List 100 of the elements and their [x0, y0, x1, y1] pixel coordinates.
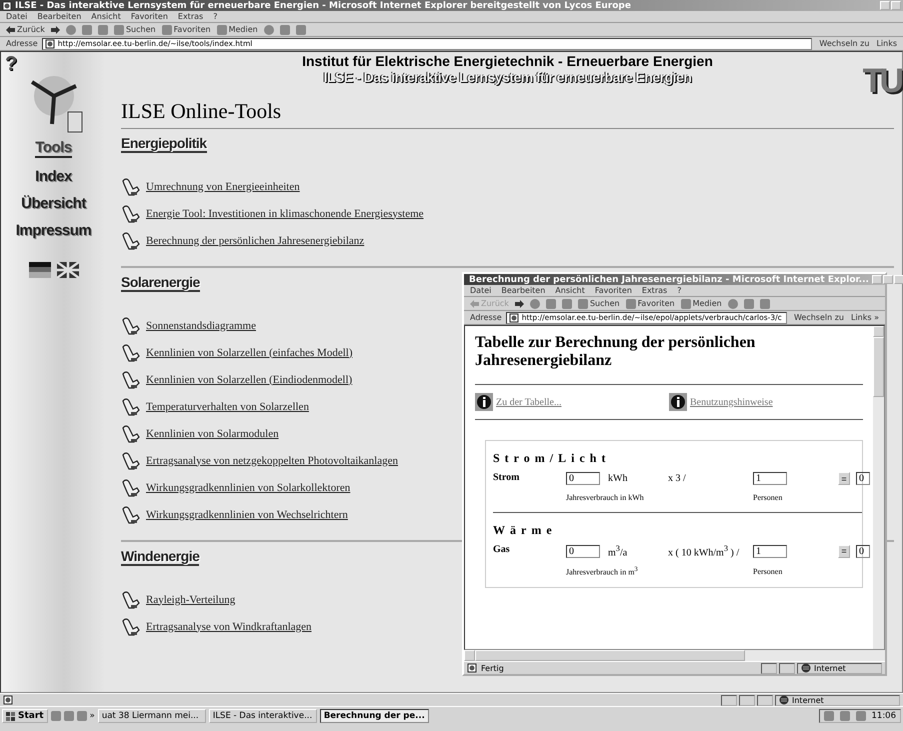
tool-link[interactable]: Kennlinien von Solarzellen (Eindiodenmodell)	[146, 374, 352, 386]
status-panel	[761, 662, 777, 674]
caption: Personen	[753, 567, 784, 578]
zone-label: Internet	[792, 696, 824, 704]
sidebar-link[interactable]: Tools	[35, 139, 72, 158]
section-title: Windenergie	[121, 548, 200, 566]
maximize-button[interactable]	[882, 275, 893, 284]
task-button[interactable]: uat 38 Liermann mei...	[98, 709, 206, 723]
header-title: Institut für Elektrische Energietechnik - Erneuerbare Energien	[302, 53, 713, 69]
help-icon[interactable]: ?	[5, 54, 18, 74]
unit-label: m$^{3}$/a	[608, 544, 628, 558]
input-field[interactable]: 1	[753, 472, 787, 485]
vertical-scrollbar[interactable]	[873, 326, 884, 649]
toolbar-button[interactable]: Medien	[216, 24, 258, 34]
menu-item[interactable]: Favoriten	[594, 286, 632, 295]
menu-item[interactable]: Extras	[178, 12, 204, 21]
input-field[interactable]: 0	[566, 472, 600, 485]
toolbar-button[interactable]: Medien	[680, 298, 722, 308]
forward-icon[interactable]	[50, 26, 60, 34]
row-label: Strom	[493, 472, 520, 483]
tool-link[interactable]: Temperaturverhalten von Solarzellen	[146, 400, 309, 412]
info-icon[interactable]	[669, 393, 687, 411]
result-field[interactable]: 0	[856, 472, 870, 485]
caption: Personen	[753, 493, 784, 504]
tool-link[interactable]: Energie Tool: Investitionen in klimaschonende Energiesysteme	[146, 208, 424, 220]
tool-link[interactable]: Sonnenstandsdiagramme	[146, 320, 256, 332]
sidebar-link[interactable]: Index	[35, 168, 72, 185]
toolbar-button[interactable]: Favoriten	[162, 24, 211, 34]
tool-link[interactable]: Wirkungsgradkennlinien von Solarkollektoren	[146, 482, 350, 494]
toolbar-button[interactable]: Suchen	[114, 24, 156, 34]
minimize-button[interactable]	[880, 1, 890, 10]
maximize-button[interactable]	[891, 1, 901, 10]
status-panel	[739, 694, 755, 706]
more-button[interactable]: »	[90, 711, 95, 721]
info-icon[interactable]	[475, 393, 493, 411]
toolbar-button[interactable]: Favoriten	[626, 298, 675, 308]
row-label: Gas	[493, 544, 511, 555]
menu-item[interactable]: Ansicht	[555, 286, 585, 295]
address-label: Adresse	[470, 313, 502, 322]
links-button[interactable]: Links	[876, 39, 897, 48]
flag-icon[interactable]	[28, 262, 50, 278]
input-field[interactable]: 0	[566, 544, 600, 558]
window-title: Berechnung der persönlichen Jahresenergiebilanz - Microsoft Internet Explor...	[469, 274, 869, 284]
content-heading: Tabelle zur Berechnung der persönlichen Jahresenergiebilanz	[475, 334, 863, 385]
menu-item[interactable]: ?	[677, 286, 682, 295]
forward-icon[interactable]	[514, 300, 524, 308]
sidebar-link[interactable]: Übersicht	[21, 195, 86, 212]
info-link[interactable]: Benutzungshinweise	[690, 396, 773, 408]
menu-item[interactable]: ?	[213, 12, 218, 21]
go-button[interactable]: Wechseln zu	[790, 313, 847, 322]
task-button[interactable]: Berechnung der pe...	[320, 709, 429, 723]
tool-link[interactable]: Ertragsanalyse von Windkraftanlagen	[146, 620, 312, 632]
factor-label: x 3 /	[668, 473, 687, 484]
clock: 11:06	[872, 711, 896, 721]
status-panel	[757, 694, 773, 706]
menu-item[interactable]: Favoriten	[130, 12, 168, 21]
zone-label: Internet	[814, 664, 846, 672]
links-button[interactable]: Links »	[851, 313, 879, 322]
tool-link[interactable]: Ertragsanalyse von netzgekoppelten Photovoltaikanlagen	[146, 454, 398, 466]
input-field[interactable]: 1	[753, 544, 787, 558]
status-panel	[721, 694, 737, 706]
tool-link[interactable]: Rayleigh-Verteilung	[146, 594, 236, 606]
group-title: Wärme	[493, 523, 558, 538]
status-panel	[779, 662, 795, 674]
back-arrow-icon	[470, 300, 479, 308]
tool-link[interactable]: Kennlinien von Solarmodulen	[146, 428, 279, 440]
horizontal-scrollbar[interactable]	[464, 650, 885, 661]
menu-item[interactable]: Extras	[642, 286, 668, 295]
window-title: ILSE - Das interaktive Lernsystem für erneuerbare Energien - Microsoft Internet Explorer bereitgestellt von Lycos Europe	[15, 0, 631, 10]
section-title: Energiepolitik	[121, 135, 207, 153]
page-icon	[508, 312, 519, 322]
header-subtitle: ILSE - Das interaktive Lernsystem für erneuerbare Energien	[324, 69, 692, 85]
start-button[interactable]: Start	[2, 709, 48, 723]
menu-item[interactable]: Datei	[470, 286, 492, 295]
caption: Jahresverbrauch in kWh	[566, 493, 645, 504]
unit-label: kWh	[608, 473, 628, 484]
menu-item[interactable]: Datei	[6, 12, 28, 21]
back-button[interactable]: Zurück	[6, 25, 45, 34]
minimize-button[interactable]	[872, 275, 882, 284]
back-arrow-icon	[6, 26, 15, 34]
group-title: Strom/Licht	[493, 451, 612, 466]
tool-link[interactable]: Kennlinien von Solarzellen (einfaches Modell)	[146, 346, 352, 358]
equals-button[interactable]: =	[838, 544, 850, 558]
tool-link[interactable]: Umrechnung von Energieeinheiten	[146, 180, 300, 192]
menu-item[interactable]: Ansicht	[91, 12, 121, 21]
flag-icon[interactable]	[56, 262, 78, 278]
toolbar-button[interactable]: Suchen	[578, 298, 620, 308]
tool-link[interactable]: Wirkungsgradkennlinien von Wechselrichtern	[146, 508, 348, 520]
sidebar-link[interactable]: Impressum	[16, 222, 92, 239]
info-link[interactable]: Zu der Tabelle...	[496, 396, 562, 408]
page-icon	[44, 38, 55, 48]
caption: Jahresverbrauch in m$^{3}$	[566, 566, 639, 579]
tool-link[interactable]: Berechnung der persönlichen Jahresenergiebilanz	[146, 234, 364, 246]
menu-item[interactable]: Bearbeiten	[501, 286, 546, 295]
menu-item[interactable]: Bearbeiten	[37, 12, 82, 21]
result-field[interactable]: 0	[856, 544, 870, 558]
task-button[interactable]: ILSE - Das interaktive...	[208, 709, 317, 723]
equals-button[interactable]: =	[838, 472, 850, 485]
go-button[interactable]: Wechseln zu	[816, 39, 872, 48]
windows-logo-icon	[6, 712, 16, 720]
